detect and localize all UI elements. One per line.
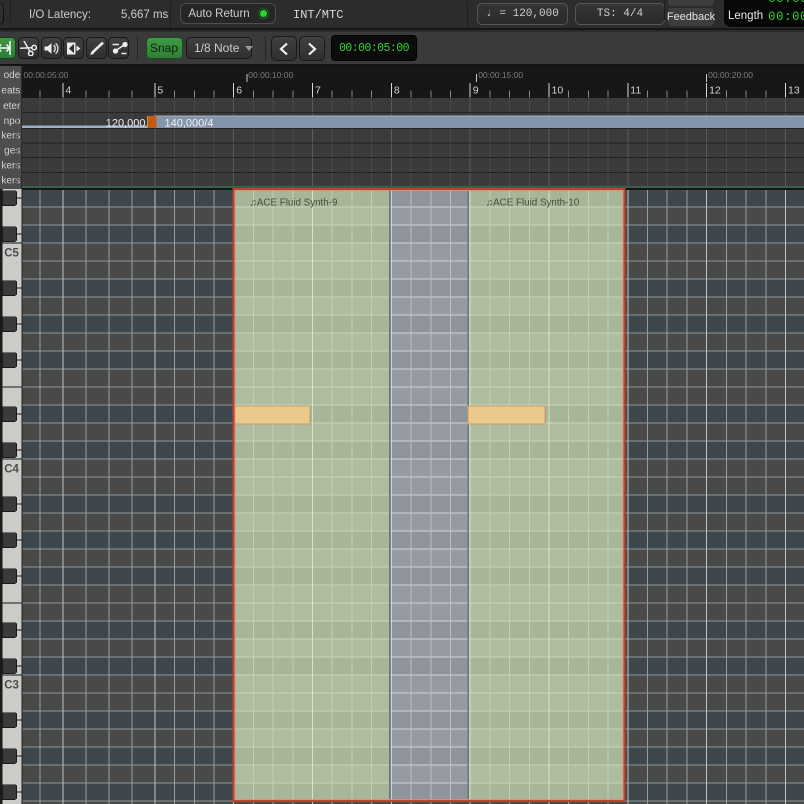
svg-text:7: 7 bbox=[315, 85, 321, 97]
svg-text:10: 10 bbox=[552, 85, 564, 97]
svg-text:ges: ges bbox=[4, 145, 20, 156]
svg-text:C5: C5 bbox=[4, 248, 19, 260]
svg-text:♫ACE Fluid Synth-9: ♫ACE Fluid Synth-9 bbox=[250, 197, 338, 208]
svg-text:eats: eats bbox=[1, 85, 20, 96]
svg-text:C4: C4 bbox=[4, 464, 19, 476]
svg-text:8: 8 bbox=[394, 85, 400, 97]
svg-text:140,000/4: 140,000/4 bbox=[165, 117, 214, 129]
svg-text:5: 5 bbox=[157, 85, 163, 97]
svg-text:kers: kers bbox=[1, 130, 20, 141]
svg-text:9: 9 bbox=[473, 85, 479, 97]
svg-text:120,000: 120,000 bbox=[106, 117, 146, 129]
svg-text:eter: eter bbox=[3, 101, 21, 112]
svg-text:00:00:20:00: 00:00:20:00 bbox=[708, 70, 753, 80]
svg-text:4: 4 bbox=[65, 85, 71, 97]
svg-text:ode: ode bbox=[4, 70, 21, 81]
svg-text:kers: kers bbox=[1, 160, 20, 171]
svg-text:11: 11 bbox=[630, 85, 641, 97]
svg-text:♫ACE Fluid Synth-10: ♫ACE Fluid Synth-10 bbox=[486, 197, 580, 208]
svg-text:00:00:15:00: 00:00:15:00 bbox=[478, 70, 523, 80]
svg-text:13: 13 bbox=[788, 85, 800, 97]
svg-text:00:00:05:00: 00:00:05:00 bbox=[24, 70, 69, 80]
svg-text:6: 6 bbox=[236, 85, 242, 97]
svg-text:npo: npo bbox=[4, 116, 21, 127]
svg-text:C3: C3 bbox=[4, 680, 19, 692]
svg-text:kers: kers bbox=[1, 175, 20, 186]
svg-text:00:00:10:00: 00:00:10:00 bbox=[248, 70, 293, 80]
svg-text:12: 12 bbox=[709, 85, 721, 97]
